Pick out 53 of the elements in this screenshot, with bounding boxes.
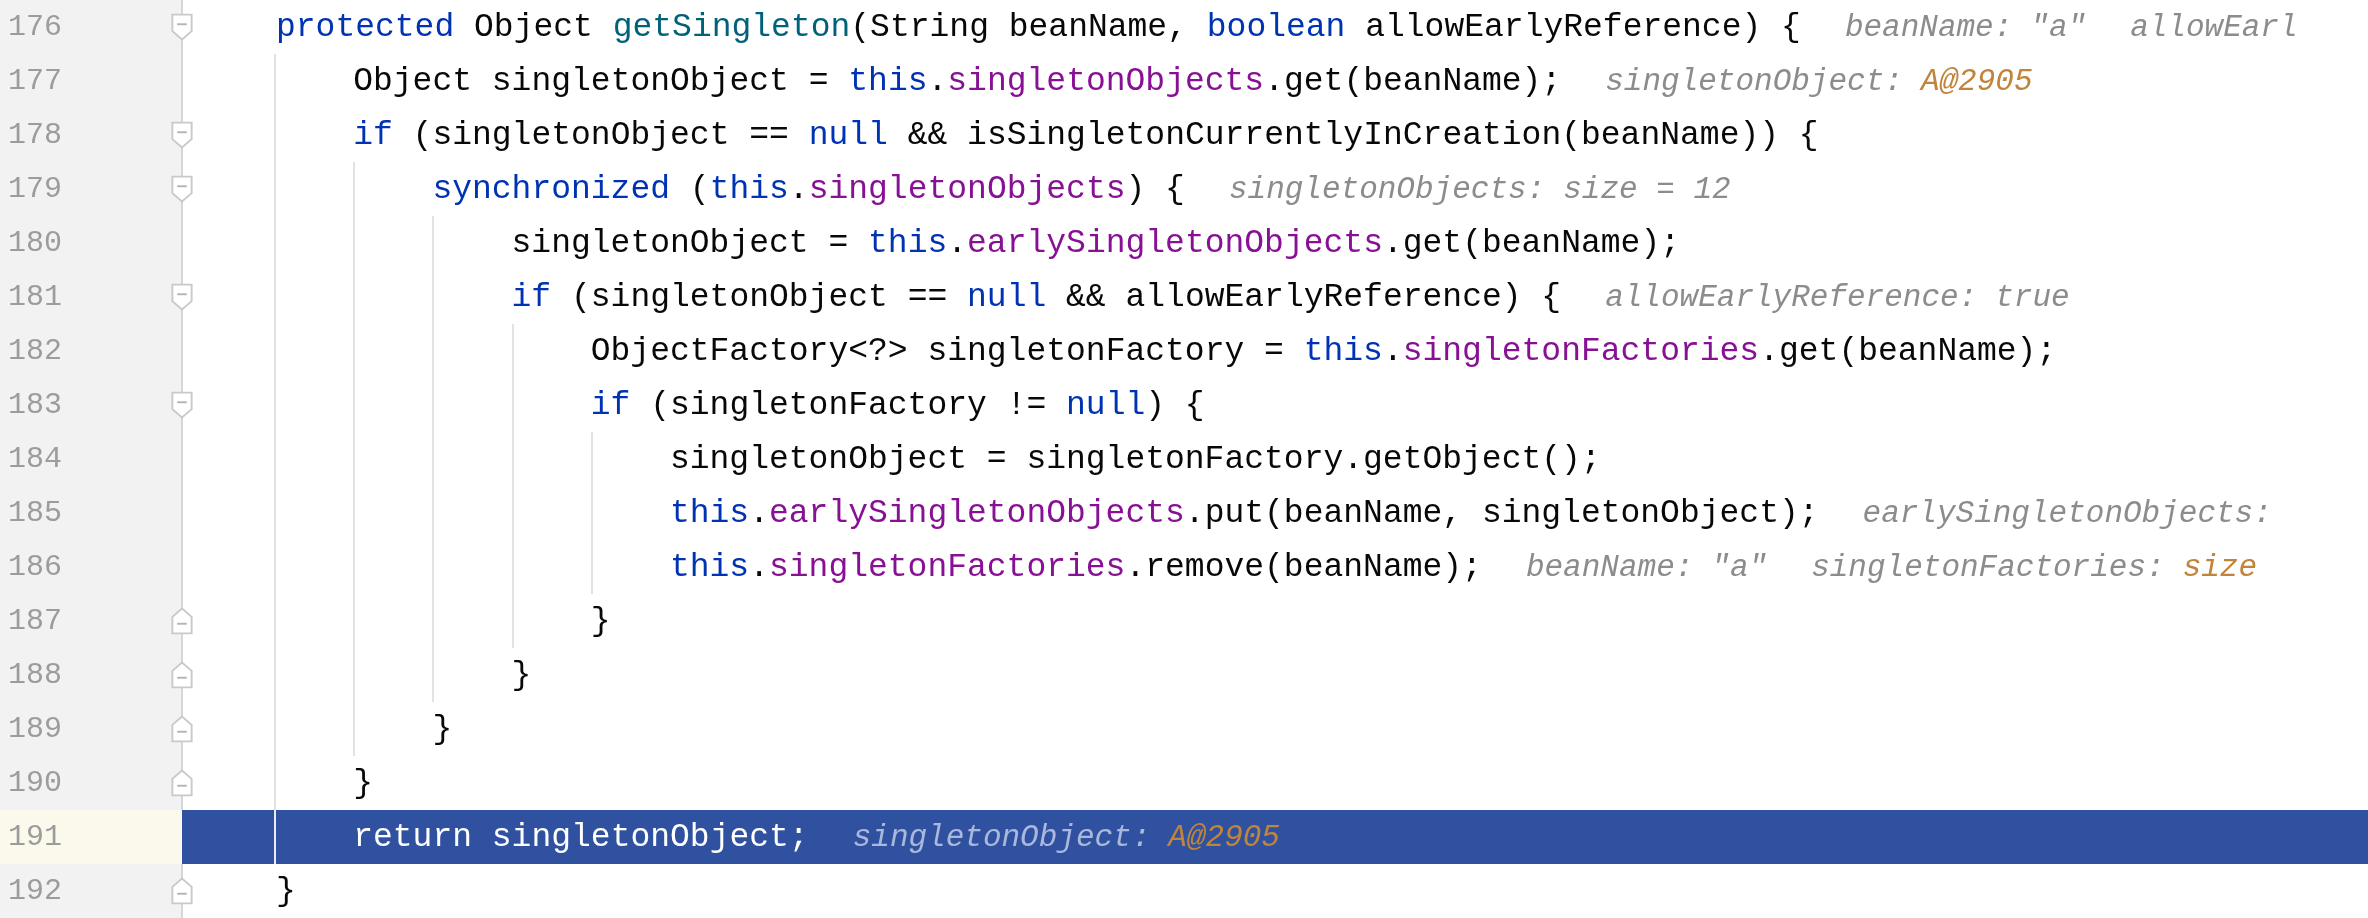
- inline-value-hint: singletonObject: A@2905: [852, 819, 1280, 855]
- line-number: 181: [8, 280, 62, 314]
- code-line: if (singletonFactory != null) {: [590, 386, 1205, 424]
- fold-marker-icon[interactable]: [171, 607, 193, 635]
- line-number: 192: [8, 874, 62, 908]
- line-number: 186: [8, 550, 62, 584]
- inline-value-hint: allowEarl: [2130, 9, 2298, 45]
- fold-marker-icon[interactable]: [171, 661, 193, 689]
- fold-marker-icon[interactable]: [171, 391, 193, 419]
- inline-value-hint: singletonObjects: size = 12: [1228, 171, 1731, 207]
- fold-marker-icon[interactable]: [171, 715, 193, 743]
- code-line: singletonObject = singletonFactory.getObject();: [669, 440, 1601, 478]
- code-line: this.singletonFactories.remove(beanName);: [669, 548, 1482, 586]
- line-number: 187: [8, 604, 62, 638]
- line-number: 183: [8, 388, 62, 422]
- code-line: }: [276, 872, 296, 910]
- fold-marker-icon[interactable]: [171, 121, 193, 149]
- code-line: }: [353, 764, 373, 802]
- fold-marker-icon[interactable]: [171, 769, 193, 797]
- line-number: 176: [8, 10, 62, 44]
- code-line: }: [590, 602, 611, 640]
- line-number: 178: [8, 118, 62, 152]
- inline-value-hint: singletonObject: A@2905: [1605, 63, 2033, 99]
- line-number: 180: [8, 226, 62, 260]
- code-line: return singletonObject;: [353, 818, 809, 856]
- line-number: 188: [8, 658, 62, 692]
- fold-marker-icon[interactable]: [171, 877, 193, 905]
- code-line: }: [511, 656, 532, 694]
- code-line: protected Object getSingleton(String beanName, boolean allowEarlyReference) {: [276, 8, 1801, 46]
- code-line: singletonObject = this.earlySingletonObjects.get(beanName);: [511, 224, 1680, 262]
- line-number: 190: [8, 766, 62, 800]
- line-number: 191: [8, 820, 62, 854]
- code-line: this.earlySingletonObjects.put(beanName, singletonObject);: [669, 494, 1819, 532]
- fold-marker-icon[interactable]: [171, 175, 193, 203]
- inline-value-hint: earlySingletonObjects:: [1862, 495, 2272, 531]
- fold-marker-icon[interactable]: [171, 283, 193, 311]
- fold-marker-icon[interactable]: [171, 13, 193, 41]
- code-line: }: [432, 710, 453, 748]
- inline-value-hint: beanName: "a": [1525, 549, 1768, 585]
- code-line: synchronized (this.singletonObjects) {: [432, 170, 1185, 208]
- line-number: 182: [8, 334, 62, 368]
- code-line: if (singletonObject == null && allowEarlyReference) {: [511, 278, 1562, 316]
- inline-value-hint: singletonFactories: size: [1811, 549, 2258, 585]
- code-line: if (singletonObject == null && isSingletonCurrentlyInCreation(beanName)) {: [353, 116, 1819, 154]
- inline-value-hint: allowEarlyReference: true: [1605, 279, 2070, 315]
- inline-value-hint: beanName: "a": [1844, 9, 2087, 45]
- line-number: 185: [8, 496, 62, 530]
- line-number: 179: [8, 172, 62, 206]
- code-line: Object singletonObject = this.singletonObjects.get(beanName);: [353, 62, 1562, 100]
- line-number: 184: [8, 442, 62, 476]
- code-line: ObjectFactory<?> singletonFactory = this.singletonFactories.get(beanName);: [590, 332, 2057, 370]
- line-number: 177: [8, 64, 62, 98]
- line-number: 189: [8, 712, 62, 746]
